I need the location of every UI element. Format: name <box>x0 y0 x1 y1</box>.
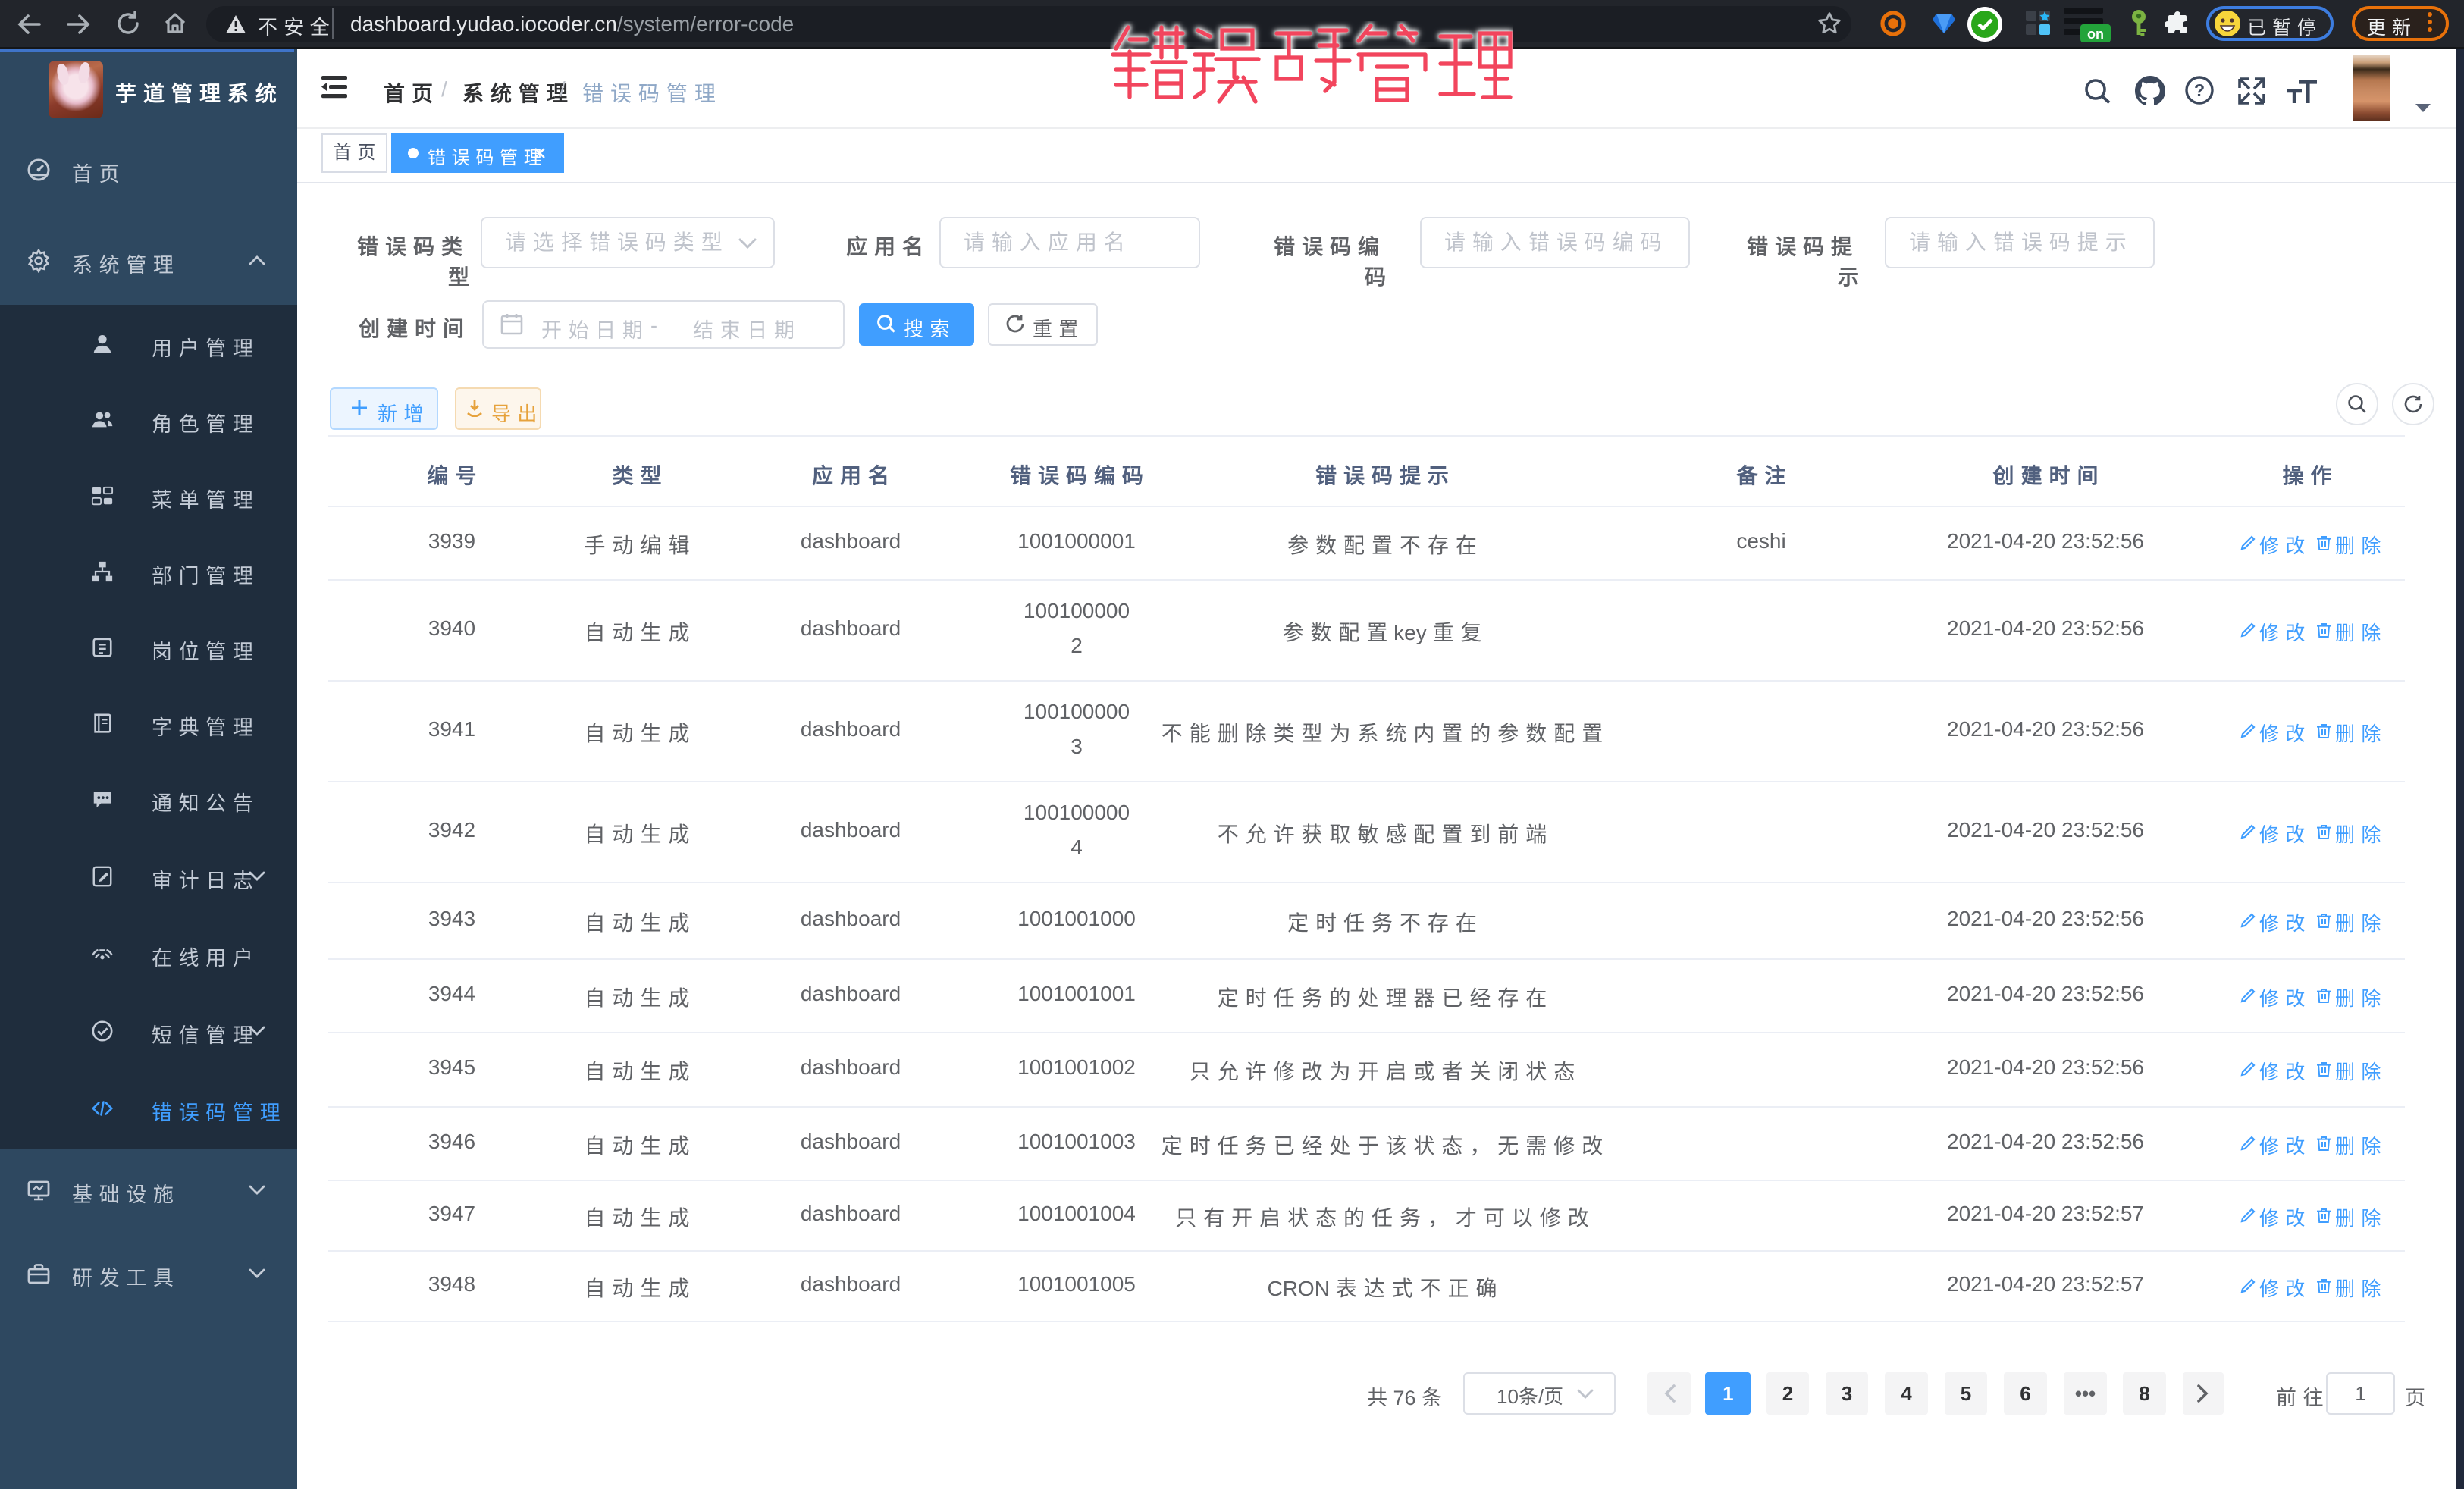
svg-text:on: on <box>2087 27 2104 42</box>
svg-text:?: ? <box>2194 80 2205 100</box>
